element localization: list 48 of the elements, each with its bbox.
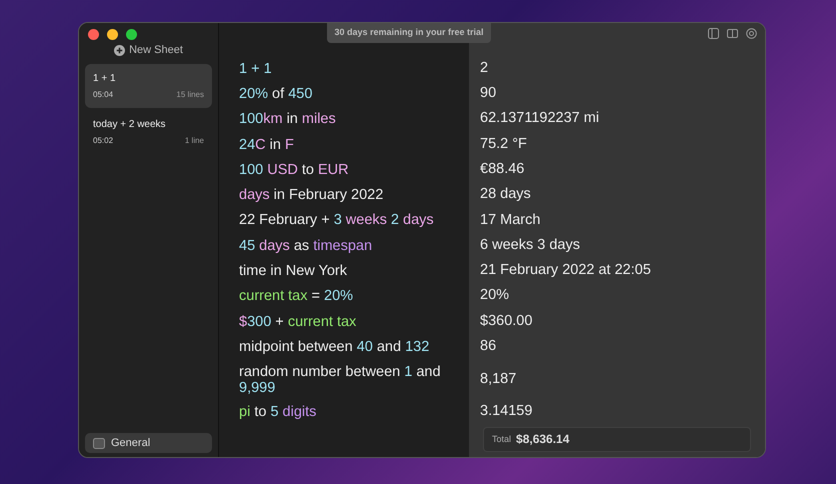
- expression-line[interactable]: 100 USD to EUR: [239, 158, 349, 182]
- result-value: 75.2 °F: [480, 134, 527, 154]
- sheet-title: 1 + 1: [93, 72, 117, 86]
- result-value: $360.00: [480, 312, 532, 331]
- folder-icon: [93, 438, 105, 448]
- sheet-item[interactable]: today + 2 weeks 05:02 1 line: [85, 110, 212, 154]
- settings-icon[interactable]: [746, 28, 757, 39]
- sheet-item[interactable]: 1 + 1 05:04 15 lines: [85, 64, 212, 108]
- trial-banner: 30 days remaining in your free trial: [327, 23, 491, 43]
- result-value: 62.1371192237 mi: [480, 109, 600, 128]
- expression-line[interactable]: midpoint between 40 and 132: [239, 334, 430, 359]
- plus-circle-icon: [114, 44, 126, 56]
- sheet-line-count: 1 line: [184, 135, 204, 147]
- result-value: 20%: [480, 286, 510, 306]
- result-value: 8,187: [480, 370, 516, 389]
- expression-line[interactable]: 100km in miles: [239, 107, 336, 132]
- expression-line[interactable]: 24C in F: [239, 132, 294, 157]
- total-label: Total: [492, 432, 512, 446]
- expression-line[interactable]: current tax = 20%: [239, 284, 354, 308]
- sheet-title: today + 2 weeks: [93, 118, 167, 132]
- result-value: 17 March: [480, 210, 540, 230]
- expression-line[interactable]: 20% of 450: [239, 82, 312, 106]
- expression-line[interactable]: time in New York: [239, 259, 347, 284]
- sheet-time: 05:04: [93, 89, 114, 101]
- close-button[interactable]: [88, 29, 99, 40]
- sheet-line-count: 15 lines: [176, 89, 204, 101]
- result-value: 21 February 2022 at 22:05: [480, 261, 651, 280]
- expression-line[interactable]: random number between 1 and 9,999: [239, 360, 461, 400]
- expression-line[interactable]: pi to 5 digits: [239, 400, 316, 424]
- expression-line[interactable]: days in February 2022: [239, 183, 384, 208]
- result-value: €88.46: [480, 160, 524, 179]
- sheet-time: 05:02: [93, 135, 114, 147]
- sidebar-toggle-icon[interactable]: [708, 28, 719, 39]
- total-value: $8,636.14: [516, 431, 570, 448]
- expression-line[interactable]: $300 + current tax: [239, 310, 356, 334]
- minimize-button[interactable]: [107, 29, 118, 40]
- result-value: 3.14159: [480, 402, 532, 422]
- expression-line[interactable]: 22 February + 3 weeks 2 days: [239, 208, 434, 232]
- expression-line[interactable]: 1 + 1: [239, 56, 272, 81]
- general-folder-button[interactable]: General: [85, 433, 212, 453]
- new-sheet-button[interactable]: New Sheet: [85, 42, 212, 58]
- result-value: 90: [480, 84, 496, 104]
- zoom-button[interactable]: [126, 29, 137, 40]
- result-value: 86: [480, 337, 496, 356]
- result-value: 2: [480, 58, 488, 78]
- result-value: 28 days: [480, 185, 531, 204]
- expression-line[interactable]: 45 days as timespan: [239, 234, 372, 258]
- result-value: 6 weeks 3 days: [480, 236, 580, 255]
